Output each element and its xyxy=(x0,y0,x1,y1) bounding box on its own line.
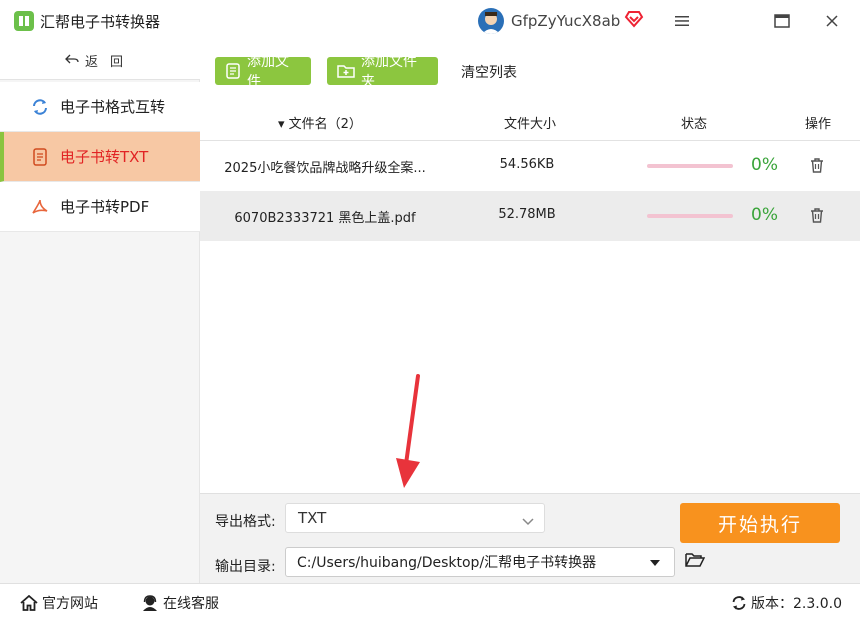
table-row[interactable]: 6070B2333721 黑色上盖.pdf 52.78MB 0% xyxy=(200,191,860,241)
sidebar-item-label: 电子书格式互转 xyxy=(60,98,166,116)
output-settings-panel: 导出格式: TXT 输出目录: C:/Users/huibang/Desktop… xyxy=(200,493,860,583)
clear-list-button[interactable]: 清空列表 xyxy=(461,62,517,82)
back-label: 返回 xyxy=(84,55,135,70)
progress-percent: 0% xyxy=(751,205,778,225)
add-folder-icon xyxy=(337,63,355,79)
format-label: 导出格式: xyxy=(215,514,276,530)
customer-service-icon xyxy=(141,594,159,612)
dropdown-caret-icon xyxy=(650,560,660,566)
sidebar-item-format-convert[interactable]: 电子书格式互转 xyxy=(0,82,200,132)
file-name: 2025小吃餐饮品牌战略升级全案... xyxy=(224,161,426,176)
add-file-icon xyxy=(225,63,241,79)
version-info[interactable]: 版本：2.3.0.0 xyxy=(731,593,842,613)
official-site-link[interactable]: 官方网站 xyxy=(20,593,98,613)
open-folder-icon[interactable] xyxy=(685,552,706,572)
outdir-select[interactable]: C:/Users/huibang/Desktop/汇帮电子书转换器 xyxy=(285,547,675,577)
file-table-header: ▾ 文件名（2） 文件大小 状态 操作 xyxy=(200,100,860,141)
username[interactable]: GfpZyYucX8ab xyxy=(511,12,620,30)
progress-bar xyxy=(647,164,733,168)
back-arrow-icon xyxy=(65,53,79,69)
refresh-icon xyxy=(731,595,747,611)
sidebar-item-to-txt[interactable]: 电子书转TXT xyxy=(0,132,200,182)
file-size: 52.78MB xyxy=(498,207,556,222)
add-file-button[interactable]: 添加文件 xyxy=(215,54,311,90)
delete-icon[interactable] xyxy=(809,157,825,178)
vip-heart-icon[interactable] xyxy=(624,10,644,32)
pdf-icon xyxy=(30,197,50,217)
maximize-icon[interactable] xyxy=(770,9,794,33)
document-icon xyxy=(30,147,50,167)
home-icon xyxy=(20,595,38,611)
progress-percent: 0% xyxy=(751,155,778,175)
add-file-label: 添加文件 xyxy=(247,54,289,90)
column-header-name[interactable]: ▾ 文件名（2） xyxy=(278,113,362,132)
column-header-operation: 操作 xyxy=(805,117,832,132)
menu-icon[interactable] xyxy=(670,9,694,33)
column-header-status: 状态 xyxy=(681,117,708,132)
file-name: 6070B2333721 黑色上盖.pdf xyxy=(234,211,416,226)
add-folder-button[interactable]: 添加文件夹 xyxy=(327,54,438,90)
outdir-label: 输出目录: xyxy=(215,559,276,575)
official-site-label: 官方网站 xyxy=(42,596,98,612)
file-table-empty-area xyxy=(200,241,860,493)
table-row[interactable]: 2025小吃餐饮品牌战略升级全案... 54.56KB 0% xyxy=(200,141,860,191)
format-value: TXT xyxy=(298,509,327,527)
progress-bar xyxy=(647,214,733,218)
annotation-arrow-icon xyxy=(388,372,428,496)
outdir-value: C:/Users/huibang/Desktop/汇帮电子书转换器 xyxy=(297,555,597,571)
app-title: 汇帮电子书转换器 xyxy=(40,13,161,31)
sidebar-item-to-pdf[interactable]: 电子书转PDF xyxy=(0,182,200,232)
app-logo-icon xyxy=(14,11,34,31)
toolbar: 添加文件 添加文件夹 清空列表 xyxy=(200,42,860,100)
sidebar-item-label: 电子书转TXT xyxy=(60,148,149,166)
format-select[interactable]: TXT xyxy=(285,503,545,533)
version-label: 版本：2.3.0.0 xyxy=(751,596,842,612)
close-icon[interactable] xyxy=(820,9,844,33)
start-button[interactable]: 开始执行 xyxy=(680,503,840,543)
column-header-size: 文件大小 xyxy=(504,117,557,132)
chevron-down-icon xyxy=(522,512,534,530)
status-bar: 官方网站 在线客服 版本：2.3.0.0 xyxy=(0,583,860,617)
refresh-icon xyxy=(30,97,50,117)
sidebar: 返回 电子书格式互转 电子书转TXT 电子书转PDF xyxy=(0,42,200,583)
user-avatar[interactable] xyxy=(478,8,504,34)
file-size: 54.56KB xyxy=(499,157,555,172)
online-service-label: 在线客服 xyxy=(163,596,219,612)
online-service-link[interactable]: 在线客服 xyxy=(141,593,219,613)
sidebar-item-label: 电子书转PDF xyxy=(60,198,150,216)
delete-icon[interactable] xyxy=(809,207,825,228)
title-bar: 汇帮电子书转换器 GfpZyYucX8ab xyxy=(0,0,860,42)
add-folder-label: 添加文件夹 xyxy=(361,54,417,90)
back-button[interactable]: 返回 xyxy=(0,42,200,80)
